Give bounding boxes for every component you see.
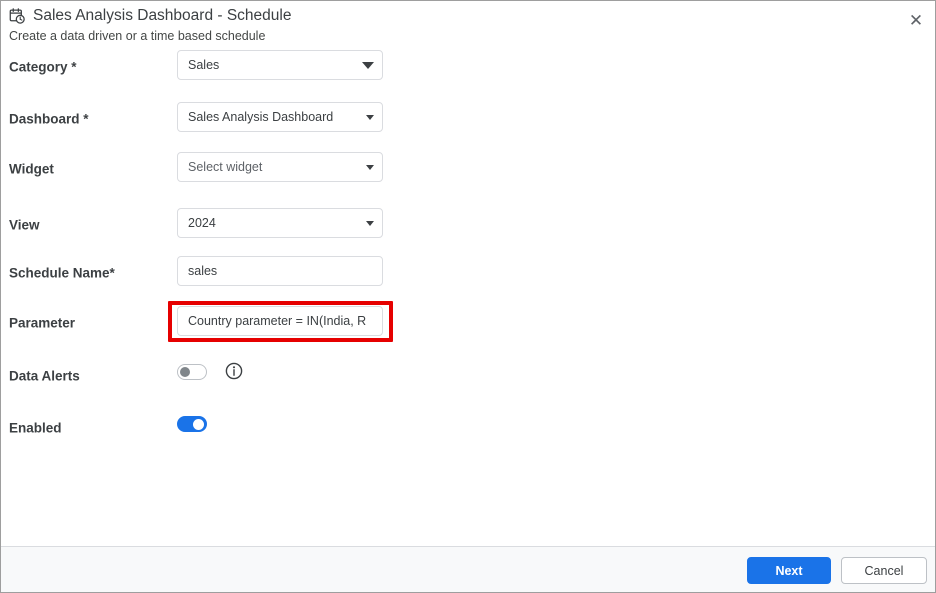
view-select-value: 2024 — [188, 216, 360, 230]
widget-select-value: Select widget — [188, 160, 360, 174]
next-button[interactable]: Next — [747, 557, 831, 584]
label-data-alerts: Data Alerts — [9, 369, 80, 384]
label-category: Category * — [9, 60, 77, 75]
parameter-value: Country parameter = IN(India, R — [188, 314, 374, 328]
category-select-value: Sales — [188, 58, 356, 72]
control-category: Sales — [177, 50, 383, 80]
form-row-data-alerts: Data Alerts — [1, 359, 936, 393]
form-row-dashboard: Dashboard * Sales Analysis Dashboard — [1, 102, 936, 136]
schedule-name-value: sales — [188, 264, 374, 278]
chevron-down-icon — [362, 62, 374, 69]
control-widget: Select widget — [177, 152, 383, 182]
dashboard-select[interactable]: Sales Analysis Dashboard — [177, 102, 383, 132]
page-title: Sales Analysis Dashboard - Schedule — [33, 7, 291, 25]
label-dashboard: Dashboard * — [9, 112, 89, 127]
label-enabled: Enabled — [9, 421, 62, 436]
form-row-widget: Widget Select widget — [1, 152, 936, 186]
close-icon[interactable]: ✕ — [903, 7, 929, 33]
cancel-button[interactable]: Cancel — [841, 557, 927, 584]
data-alerts-toggle[interactable] — [177, 364, 207, 380]
calendar-clock-icon — [9, 8, 26, 25]
chevron-down-icon — [366, 165, 374, 170]
form-row-view: View 2024 — [1, 208, 936, 242]
view-select[interactable]: 2024 — [177, 208, 383, 238]
label-parameter: Parameter — [9, 316, 75, 331]
control-enabled — [177, 411, 383, 441]
chevron-down-icon — [366, 115, 374, 120]
control-schedule-name: sales — [177, 256, 383, 286]
control-parameter: Country parameter = IN(India, R — [177, 306, 383, 336]
dashboard-select-value: Sales Analysis Dashboard — [188, 110, 360, 124]
widget-select[interactable]: Select widget — [177, 152, 383, 182]
toggle-knob — [193, 419, 204, 430]
category-select[interactable]: Sales — [177, 50, 383, 80]
form-row-enabled: Enabled — [1, 411, 936, 445]
dialog-footer: Next Cancel — [1, 546, 935, 592]
enabled-toggle[interactable] — [177, 416, 207, 432]
chevron-down-icon — [366, 221, 374, 226]
info-icon[interactable] — [223, 360, 245, 382]
form-row-schedule-name: Schedule Name* sales — [1, 256, 936, 290]
dialog-subtitle: Create a data driven or a time based sch… — [9, 29, 265, 43]
toggle-knob — [180, 367, 190, 377]
schedule-dialog-window: Sales Analysis Dashboard - Schedule Crea… — [0, 0, 936, 593]
control-dashboard: Sales Analysis Dashboard — [177, 102, 383, 132]
dialog-header: Sales Analysis Dashboard - Schedule Crea… — [1, 1, 936, 47]
dialog-title-row: Sales Analysis Dashboard - Schedule — [9, 7, 291, 25]
form-row-parameter: Parameter Country parameter = IN(India, … — [1, 306, 936, 340]
label-view: View — [9, 218, 40, 233]
control-data-alerts — [177, 359, 383, 389]
label-schedule-name: Schedule Name* — [9, 266, 115, 281]
form-row-category: Category * Sales — [1, 50, 936, 84]
schedule-name-input[interactable]: sales — [177, 256, 383, 286]
label-widget: Widget — [9, 162, 54, 177]
control-view: 2024 — [177, 208, 383, 238]
parameter-input[interactable]: Country parameter = IN(India, R — [177, 306, 383, 336]
